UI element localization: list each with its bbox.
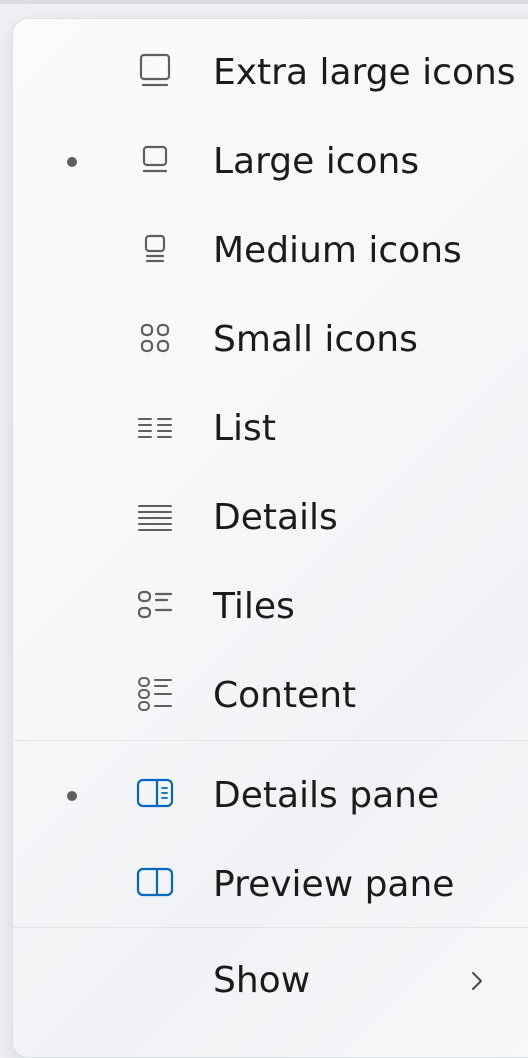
menu-item-label: List [213,408,276,449]
chevron-right-icon [465,961,489,1001]
menu-item-list[interactable]: List [13,385,528,473]
menu-item-label: Small icons [213,319,418,360]
details-icon [131,492,179,540]
selected-bullet [67,791,77,801]
menu-item-preview-pane[interactable]: Preview pane [13,841,528,929]
content-icon [131,670,179,718]
selected-bullet [67,157,77,167]
medium-icons-icon [131,225,179,273]
menu-item-show[interactable]: Show [13,937,528,1025]
menu-item-details-pane[interactable]: Details pane [13,752,528,840]
menu-item-large-icons[interactable]: Large icons [13,118,528,206]
preview-pane-icon [131,859,179,907]
details-pane-icon [131,770,179,818]
menu-item-small-icons[interactable]: Small icons [13,296,528,384]
menu-divider [13,740,528,741]
menu-item-content[interactable]: Content [13,652,528,740]
menu-item-label: Details pane [213,775,440,816]
menu-item-extra-large-icons[interactable]: Extra large icons [13,29,528,117]
view-menu: Extra large icons Large icons Medium ico… [12,18,528,1058]
menu-item-label: Details [213,497,338,538]
menu-item-label: Preview pane [213,864,455,905]
menu-item-label: Content [213,675,357,716]
menu-item-label: Extra large icons [213,52,516,93]
large-icons-icon [131,136,179,184]
window-top-edge [0,0,528,4]
extra-large-icons-icon [131,47,179,95]
menu-item-details[interactable]: Details [13,474,528,562]
small-icons-icon [131,314,179,362]
menu-item-label: Tiles [213,586,295,627]
menu-item-label: Show [213,960,311,1001]
menu-item-tiles[interactable]: Tiles [13,563,528,651]
menu-divider [13,927,528,928]
menu-item-label: Large icons [213,141,420,182]
list-icon [131,403,179,451]
tiles-icon [131,581,179,629]
menu-item-medium-icons[interactable]: Medium icons [13,207,528,295]
menu-item-label: Medium icons [213,230,462,271]
